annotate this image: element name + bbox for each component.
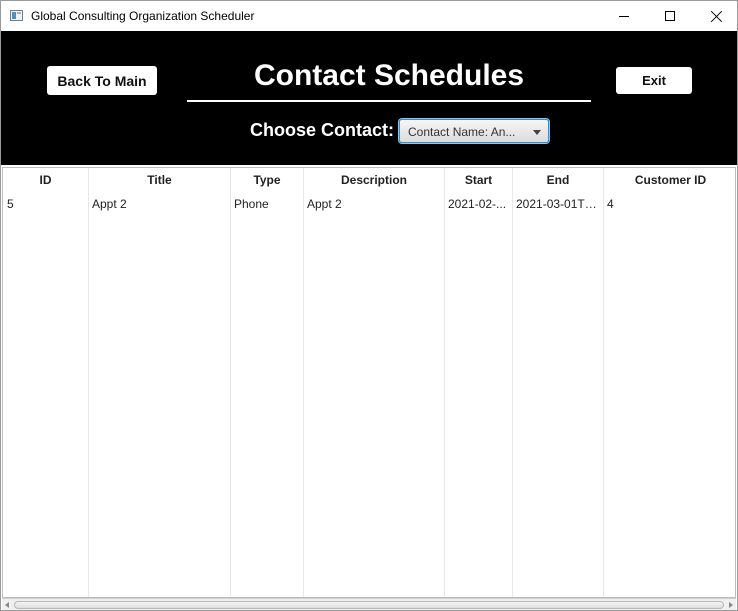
scroll-right-icon[interactable] <box>729 602 733 608</box>
column-header-description[interactable]: Description <box>304 173 444 187</box>
table-cell-id: 5 <box>7 197 14 211</box>
table-cell-description: Appt 2 <box>307 197 342 211</box>
page-title: Contact Schedules <box>253 59 525 92</box>
column-divider[interactable] <box>88 168 89 597</box>
column-divider[interactable] <box>603 168 604 597</box>
title-underline <box>187 100 591 102</box>
close-icon <box>710 10 723 23</box>
scrollbar-thumb[interactable] <box>14 601 724 609</box>
horizontal-scrollbar[interactable] <box>2 598 736 610</box>
column-header-start[interactable]: Start <box>445 173 512 187</box>
column-header-customer-id[interactable]: Customer ID <box>604 173 735 187</box>
exit-button[interactable]: Exit <box>616 67 692 94</box>
maximize-button[interactable] <box>647 1 693 31</box>
column-header-type[interactable]: Type <box>231 173 303 187</box>
column-divider[interactable] <box>444 168 445 597</box>
table-cell-end: 2021-03-01T0... <box>516 197 601 211</box>
window-title: Global Consulting Organization Scheduler <box>31 9 255 23</box>
column-divider[interactable] <box>512 168 513 597</box>
column-header-end[interactable]: End <box>513 173 603 187</box>
title-bar: Global Consulting Organization Scheduler <box>1 1 737 31</box>
schedule-table[interactable]: ID Title Type Description Start End Cust… <box>2 167 736 598</box>
column-header-title[interactable]: Title <box>89 173 230 187</box>
application-window: Global Consulting Organization Scheduler… <box>0 0 738 611</box>
maximize-icon <box>665 11 675 21</box>
scroll-left-icon[interactable] <box>5 602 9 608</box>
contact-select-value: Contact Name: An... <box>408 125 516 139</box>
chevron-down-icon[interactable] <box>533 130 541 135</box>
column-header-id[interactable]: ID <box>3 173 88 187</box>
table-cell-start: 2021-02-... <box>448 197 507 211</box>
table-cell-type: Phone <box>234 197 269 211</box>
column-divider[interactable] <box>303 168 304 597</box>
close-button[interactable] <box>693 1 737 31</box>
contact-select[interactable]: Contact Name: An... <box>399 119 549 143</box>
choose-contact-label: Choose Contact: <box>250 120 394 140</box>
minimize-icon <box>619 15 629 17</box>
app-window-icon <box>10 10 23 21</box>
table-cell-title: Appt 2 <box>92 197 127 211</box>
minimize-button[interactable] <box>601 1 647 31</box>
header-panel: Back To Main Contact Schedules Exit Choo… <box>1 31 737 165</box>
table-cell-customer-id: 4 <box>607 197 614 211</box>
column-divider[interactable] <box>230 168 231 597</box>
back-to-main-button[interactable]: Back To Main <box>47 66 157 95</box>
